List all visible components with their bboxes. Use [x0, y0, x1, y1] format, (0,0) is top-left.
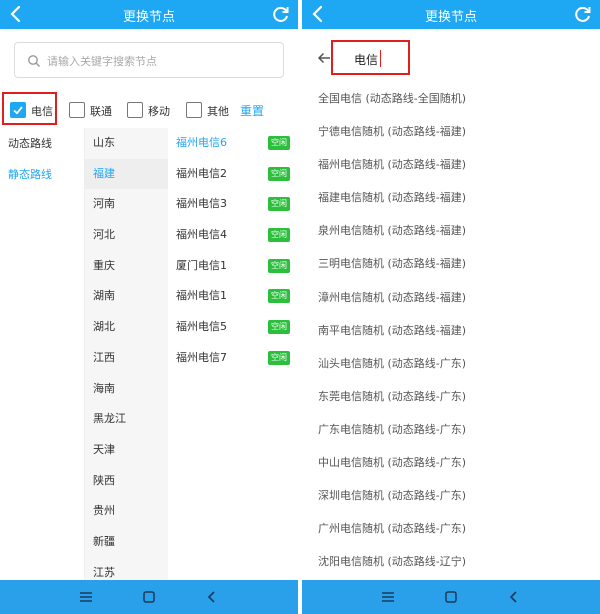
result-item[interactable]: 东莞电信随机 (动态路线-广东) [302, 380, 600, 413]
menu-icon[interactable] [380, 589, 396, 605]
result-item[interactable]: 福建电信随机 (动态路线-福建) [302, 181, 600, 214]
province-item[interactable]: 江苏 [85, 558, 168, 580]
filter-mobile-label: 移动 [148, 105, 170, 118]
result-item[interactable]: 漳州电信随机 (动态路线-福建) [302, 281, 600, 314]
left-screen: 更换节点 请输入关键字搜索节点 电信 联通 移动 其他 重置 动态路线 静态路线… [0, 0, 298, 614]
node-label: 福州电信7 [176, 350, 227, 364]
filter-other-label: 其他 [207, 105, 229, 118]
menu-icon[interactable] [78, 589, 94, 605]
filter-other-checkbox[interactable] [186, 102, 202, 118]
node-label: 厦门电信1 [176, 258, 227, 272]
province-item[interactable]: 黑龙江 [85, 404, 168, 435]
node-label: 福州电信3 [176, 197, 227, 211]
node-label: 福州电信2 [176, 166, 227, 180]
search-placeholder: 请输入关键字搜索节点 [47, 55, 157, 68]
result-item[interactable]: 宁德电信随机 (动态路线-福建) [302, 115, 600, 148]
result-item[interactable]: 南平电信随机 (动态路线-福建) [302, 314, 600, 347]
home-icon[interactable] [141, 589, 157, 605]
result-item[interactable]: 全国电信 (动态路线-全国随机) [302, 82, 600, 115]
app-bar: 更换节点 [302, 0, 600, 29]
status-badge: 空闲 [268, 166, 290, 181]
page-title: 更换节点 [424, 10, 477, 25]
province-item[interactable]: 贵州 [85, 496, 168, 527]
refresh-icon[interactable] [272, 5, 290, 23]
province-item[interactable]: 福建 [85, 158, 168, 190]
province-item[interactable]: 天津 [85, 435, 168, 466]
province-item[interactable]: 海南 [85, 374, 168, 405]
filter-unicom-label: 联通 [90, 105, 112, 118]
refresh-icon[interactable] [574, 5, 592, 23]
route-type-dynamic[interactable]: 动态路线 [0, 128, 84, 159]
node-item[interactable]: 福州电信1 空闲 [168, 281, 298, 312]
page-title: 更换节点 [122, 10, 175, 25]
status-badge: 空闲 [268, 228, 290, 243]
province-item[interactable]: 山东 [85, 128, 168, 159]
result-item[interactable]: 汕头电信随机 (动态路线-广东) [302, 347, 600, 380]
result-item[interactable]: 泉州电信随机 (动态路线-福建) [302, 214, 600, 247]
province-item[interactable]: 重庆 [85, 251, 168, 282]
node-item[interactable]: 福州电信2 空闲 [168, 159, 298, 190]
nav-back-icon[interactable] [506, 589, 522, 605]
node-item[interactable]: 厦门电信1 空闲 [168, 251, 298, 282]
province-item[interactable]: 湖北 [85, 312, 168, 343]
app-bar: 更换节点 [0, 0, 298, 29]
back-arrow-icon[interactable] [316, 50, 332, 66]
highlight-box-telecom [2, 92, 57, 125]
node-label: 福州电信1 [176, 289, 227, 303]
highlight-box-search [331, 40, 410, 75]
result-item[interactable]: 广东电信随机 (动态路线-广东) [302, 413, 600, 446]
status-badge: 空闲 [268, 258, 290, 273]
province-item[interactable]: 江西 [85, 343, 168, 374]
province-item[interactable]: 新疆 [85, 527, 168, 558]
node-item[interactable]: 福州电信3 空闲 [168, 189, 298, 220]
province-item[interactable]: 河南 [85, 189, 168, 220]
result-item[interactable]: 福州电信随机 (动态路线-福建) [302, 148, 600, 181]
route-type-static[interactable]: 静态路线 [0, 159, 84, 190]
system-nav-bar [0, 580, 298, 614]
result-item[interactable]: 沈阳电信随机 (动态路线-辽宁) [302, 545, 600, 578]
province-item[interactable]: 陕西 [85, 466, 168, 497]
status-badge: 空闲 [268, 289, 290, 304]
node-item[interactable]: 福州电信5 空闲 [168, 312, 298, 343]
node-label: 福州电信6 [176, 136, 227, 149]
route-type-list: 动态路线 静态路线 [0, 128, 84, 580]
status-badge: 空闲 [268, 350, 290, 365]
node-label: 福州电信4 [176, 228, 227, 242]
right-screen: 更换节点 电信 全国电信 (动态路线-全国随机) 宁德电信随机 (动态路线-福建… [302, 0, 600, 614]
province-item[interactable]: 湖南 [85, 281, 168, 312]
province-list: 山东 福建 河南 河北 重庆 湖南 湖北 江西 海南 黑龙江 天津 陕西 贵州 … [84, 128, 168, 580]
filter-mobile-checkbox[interactable] [127, 102, 143, 118]
search-input[interactable]: 请输入关键字搜索节点 [14, 42, 284, 78]
search-icon [28, 55, 40, 67]
status-badge: 空闲 [268, 320, 290, 335]
filter-unicom-checkbox[interactable] [69, 102, 85, 118]
node-item[interactable]: 福州电信6 空闲 [168, 128, 298, 159]
nav-back-icon[interactable] [204, 589, 220, 605]
node-list: 福州电信6 空闲 福州电信2 空闲 福州电信3 空闲 福州电信4 空闲 厦门电信1 空闲 … [168, 128, 298, 580]
reset-button[interactable]: 重置 [240, 102, 264, 119]
search-results: 全国电信 (动态路线-全国随机) 宁德电信随机 (动态路线-福建) 福州电信随机… [302, 82, 600, 578]
province-item[interactable]: 河北 [85, 220, 168, 251]
status-badge: 空闲 [268, 136, 290, 150]
result-item[interactable]: 广州电信随机 (动态路线-广东) [302, 512, 600, 545]
result-item[interactable]: 中山电信随机 (动态路线-广东) [302, 446, 600, 479]
home-icon[interactable] [443, 589, 459, 605]
result-item[interactable]: 深圳电信随机 (动态路线-广东) [302, 479, 600, 512]
status-badge: 空闲 [268, 197, 290, 212]
node-item[interactable]: 福州电信7 空闲 [168, 343, 298, 374]
node-label: 福州电信5 [176, 320, 227, 334]
node-item[interactable]: 福州电信4 空闲 [168, 220, 298, 251]
system-nav-bar [302, 580, 600, 614]
result-item[interactable]: 三明电信随机 (动态路线-福建) [302, 247, 600, 280]
